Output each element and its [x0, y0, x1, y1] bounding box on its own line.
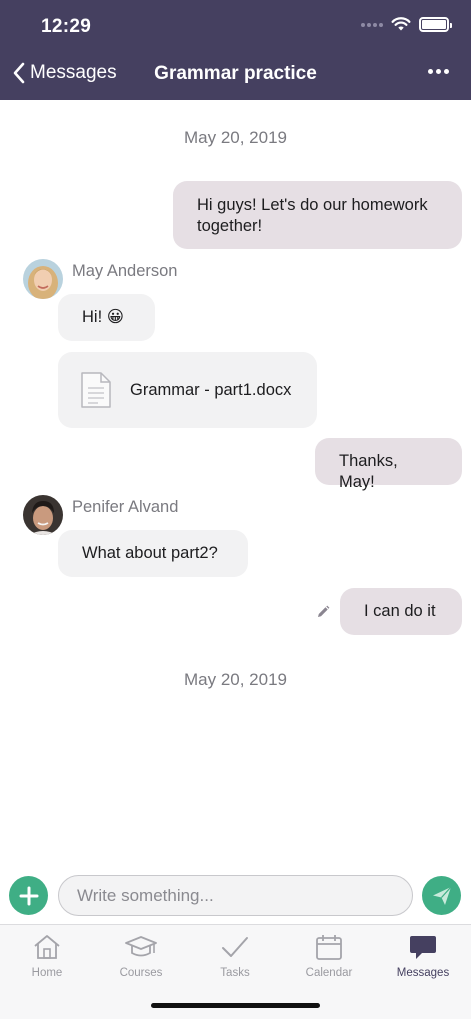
tab-label: Messages: [396, 967, 450, 979]
avatar-penifer-alvand: [23, 495, 63, 535]
outgoing-message-bubble[interactable]: I can do it: [340, 588, 462, 635]
outgoing-message-bubble[interactable]: Hi guys! Let's do our homework together!: [173, 181, 462, 249]
graduation-cap-icon: [125, 936, 157, 957]
tab-label: Home: [31, 967, 63, 979]
status-icons: [361, 17, 452, 32]
tab-calendar[interactable]: Calendar: [282, 933, 376, 979]
message-input[interactable]: [58, 875, 413, 916]
wifi-icon: [391, 17, 411, 31]
avatar[interactable]: [23, 259, 63, 299]
tab-label: Courses: [119, 967, 163, 979]
home-indicator: [151, 1003, 320, 1008]
message-composer: [0, 868, 471, 924]
tab-label: Calendar: [305, 967, 353, 979]
tab-messages[interactable]: Messages: [376, 933, 470, 979]
back-button[interactable]: Messages: [12, 62, 117, 84]
outgoing-message-bubble[interactable]: Thanks, May!: [315, 438, 462, 491]
message-text: I can do it: [364, 602, 436, 620]
home-icon: [34, 935, 60, 959]
incoming-message-bubble[interactable]: Hi! 😀: [58, 294, 155, 341]
more-options-button[interactable]: [428, 65, 449, 78]
app-header: 12:29 Messages Grammar practice: [0, 0, 471, 100]
back-label: Messages: [30, 62, 117, 83]
cellular-signal-icon: [361, 22, 383, 27]
sender-name: May Anderson: [72, 262, 178, 280]
add-attachment-button[interactable]: [9, 876, 48, 915]
message-text: Hi! 😀: [82, 308, 124, 326]
plus-icon: [19, 886, 38, 905]
file-name: Grammar - part1.docx: [130, 380, 292, 399]
avatar[interactable]: [23, 495, 63, 535]
paper-plane-icon: [432, 886, 451, 905]
sender-name: Penifer Alvand: [72, 498, 179, 516]
tab-label: Tasks: [220, 967, 250, 979]
send-button[interactable]: [422, 876, 461, 915]
message-text: Thanks, May!: [339, 452, 398, 491]
status-time: 12:29: [41, 16, 92, 37]
tab-courses[interactable]: Courses: [94, 933, 188, 979]
tab-home[interactable]: Home: [0, 933, 94, 979]
incoming-message-bubble[interactable]: What about part2?: [58, 530, 248, 577]
file-attachment-bubble[interactable]: Grammar - part1.docx: [58, 352, 317, 428]
chevron-left-icon: [13, 62, 25, 84]
pencil-icon[interactable]: [316, 605, 330, 619]
checkmark-icon: [222, 937, 248, 957]
battery-icon: [419, 17, 452, 32]
avatar-may-anderson: [23, 259, 63, 299]
message-text: Hi guys! Let's do our homework together!: [197, 196, 428, 235]
tab-tasks[interactable]: Tasks: [188, 933, 282, 979]
chat-bubble-icon: [410, 936, 436, 959]
calendar-icon: [316, 935, 342, 960]
document-icon: [81, 372, 111, 408]
date-separator: May 20, 2019: [183, 128, 287, 147]
message-text: What about part2?: [82, 544, 218, 562]
date-separator: May 20, 2019: [183, 670, 287, 689]
